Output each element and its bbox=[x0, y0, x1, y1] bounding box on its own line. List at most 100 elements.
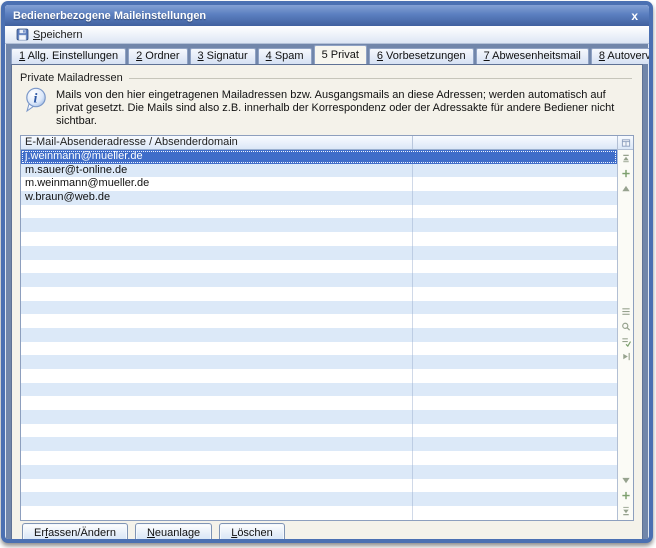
table-header-email[interactable]: E-Mail-Absenderadresse / Absenderdomain bbox=[21, 136, 413, 149]
cell-empty bbox=[413, 369, 617, 383]
table-row-empty[interactable] bbox=[21, 383, 617, 397]
cell-empty bbox=[413, 246, 617, 260]
strip-middle-icons bbox=[621, 303, 631, 366]
footer-button-row: Erfassen/Ändern Neuanlage Löschen bbox=[20, 521, 634, 543]
tab-8-autovervollständigung[interactable]: 8 Autovervollständigung bbox=[591, 48, 653, 64]
table-row-empty[interactable] bbox=[21, 506, 617, 520]
table-row-empty[interactable] bbox=[21, 218, 617, 232]
cell-email-address bbox=[21, 369, 413, 383]
tab-1-allg-einstellungen[interactable]: 1 Allg. Einstellungen bbox=[11, 48, 126, 64]
cell-email-address bbox=[21, 314, 413, 328]
cell-empty bbox=[413, 191, 617, 205]
cell-email-address bbox=[21, 506, 413, 520]
cell-email-address bbox=[21, 218, 413, 232]
cell-empty bbox=[413, 164, 617, 178]
table-row-empty[interactable] bbox=[21, 451, 617, 465]
table-row-empty[interactable] bbox=[21, 492, 617, 506]
tab-4-spam[interactable]: 4 Spam bbox=[258, 48, 312, 64]
table-row-empty[interactable] bbox=[21, 479, 617, 493]
cell-email-address bbox=[21, 355, 413, 369]
cell-email-address bbox=[21, 410, 413, 424]
cell-email-address bbox=[21, 465, 413, 479]
cell-empty bbox=[413, 355, 617, 369]
cell-empty bbox=[413, 383, 617, 397]
cell-email-address bbox=[21, 273, 413, 287]
table-row-empty[interactable] bbox=[21, 314, 617, 328]
table-row-empty[interactable] bbox=[21, 232, 617, 246]
table-row-empty[interactable] bbox=[21, 301, 617, 315]
table-row-empty[interactable] bbox=[21, 342, 617, 356]
cell-empty bbox=[413, 492, 617, 506]
erfassen-ändern-button[interactable]: Erfassen/Ändern bbox=[22, 523, 128, 543]
cell-empty bbox=[413, 424, 617, 438]
table-row-empty[interactable] bbox=[21, 465, 617, 479]
table-header-empty[interactable] bbox=[413, 136, 617, 149]
table-row[interactable]: m.sauer@t-online.de bbox=[21, 164, 617, 178]
löschen-button[interactable]: Löschen bbox=[219, 523, 285, 543]
tab-2-ordner[interactable]: 2 Ordner bbox=[128, 48, 187, 64]
table-row-empty[interactable] bbox=[21, 437, 617, 451]
scroll-bottom-icon[interactable] bbox=[621, 506, 631, 516]
strip-bottom-icons bbox=[621, 472, 631, 520]
neuanlage-button[interactable]: Neuanlage bbox=[135, 523, 212, 543]
table-row[interactable]: w.braun@web.de bbox=[21, 191, 617, 205]
append-plus-icon[interactable] bbox=[621, 491, 631, 501]
table-row-empty[interactable] bbox=[21, 369, 617, 383]
table-row[interactable]: m.weinmann@mueller.de bbox=[21, 177, 617, 191]
cell-email-address: m.weinmann@mueller.de bbox=[21, 177, 413, 191]
cell-empty bbox=[413, 150, 617, 164]
save-button-label: Speichern bbox=[33, 29, 83, 41]
table-header-row: E-Mail-Absenderadresse / Absenderdomain bbox=[21, 136, 617, 150]
cell-email-address bbox=[21, 260, 413, 274]
cell-empty bbox=[413, 506, 617, 520]
table-row-empty[interactable] bbox=[21, 410, 617, 424]
cell-empty bbox=[413, 451, 617, 465]
list-icon[interactable] bbox=[621, 307, 631, 317]
cell-empty bbox=[413, 437, 617, 451]
move-down-icon[interactable] bbox=[621, 476, 631, 486]
content-frame: 1 Allg. Einstellungen2 Ordner3 Signatur4… bbox=[6, 44, 648, 543]
table-row-empty[interactable] bbox=[21, 273, 617, 287]
cell-empty bbox=[413, 396, 617, 410]
cell-email-address bbox=[21, 232, 413, 246]
groupbox-private-mailadressen: Private Mailadressen bbox=[20, 72, 634, 84]
insert-plus-icon[interactable] bbox=[621, 169, 631, 179]
scroll-top-icon[interactable] bbox=[621, 154, 631, 164]
info-text: Mails von den hier eingetragenen Mailadr… bbox=[56, 87, 622, 128]
search-icon[interactable] bbox=[621, 322, 631, 332]
table-row-empty[interactable] bbox=[21, 355, 617, 369]
table-row-empty[interactable] bbox=[21, 205, 617, 219]
tab-6-vorbesetzungen[interactable]: 6 Vorbesetzungen bbox=[369, 48, 474, 64]
edit-list-icon[interactable] bbox=[621, 337, 631, 347]
column-chooser-icon[interactable] bbox=[621, 138, 631, 148]
toolbar: Speichern bbox=[5, 26, 649, 44]
window-title: Bedienerbezogene Maileinstellungen bbox=[13, 10, 628, 22]
cell-email-address bbox=[21, 479, 413, 493]
cell-email-address bbox=[21, 437, 413, 451]
table-row-empty[interactable] bbox=[21, 260, 617, 274]
save-button[interactable]: Speichern bbox=[11, 27, 88, 42]
table-row-empty[interactable] bbox=[21, 396, 617, 410]
cell-email-address: m.sauer@t-online.de bbox=[21, 164, 413, 178]
table-row-empty[interactable] bbox=[21, 287, 617, 301]
table-row[interactable]: j.weinmann@mueller.de bbox=[21, 150, 617, 164]
cell-empty bbox=[413, 410, 617, 424]
cell-email-address bbox=[21, 328, 413, 342]
cell-email-address bbox=[21, 396, 413, 410]
table-row-empty[interactable] bbox=[21, 246, 617, 260]
table-row-empty[interactable] bbox=[21, 424, 617, 438]
cell-email-address bbox=[21, 451, 413, 465]
table-row-empty[interactable] bbox=[21, 328, 617, 342]
tab-7-abwesenheitsmail[interactable]: 7 Abwesenheitsmail bbox=[476, 48, 589, 64]
move-up-icon[interactable] bbox=[621, 184, 631, 194]
tab-5-privat[interactable]: 5 Privat bbox=[314, 45, 367, 64]
cell-empty bbox=[413, 205, 617, 219]
goto-row-icon[interactable] bbox=[621, 352, 631, 362]
cell-email-address bbox=[21, 287, 413, 301]
cell-email-address bbox=[21, 424, 413, 438]
cell-email-address bbox=[21, 205, 413, 219]
tab-3-signatur[interactable]: 3 Signatur bbox=[190, 48, 256, 64]
cell-email-address bbox=[21, 342, 413, 356]
cell-empty bbox=[413, 465, 617, 479]
close-icon[interactable]: x bbox=[628, 10, 641, 22]
